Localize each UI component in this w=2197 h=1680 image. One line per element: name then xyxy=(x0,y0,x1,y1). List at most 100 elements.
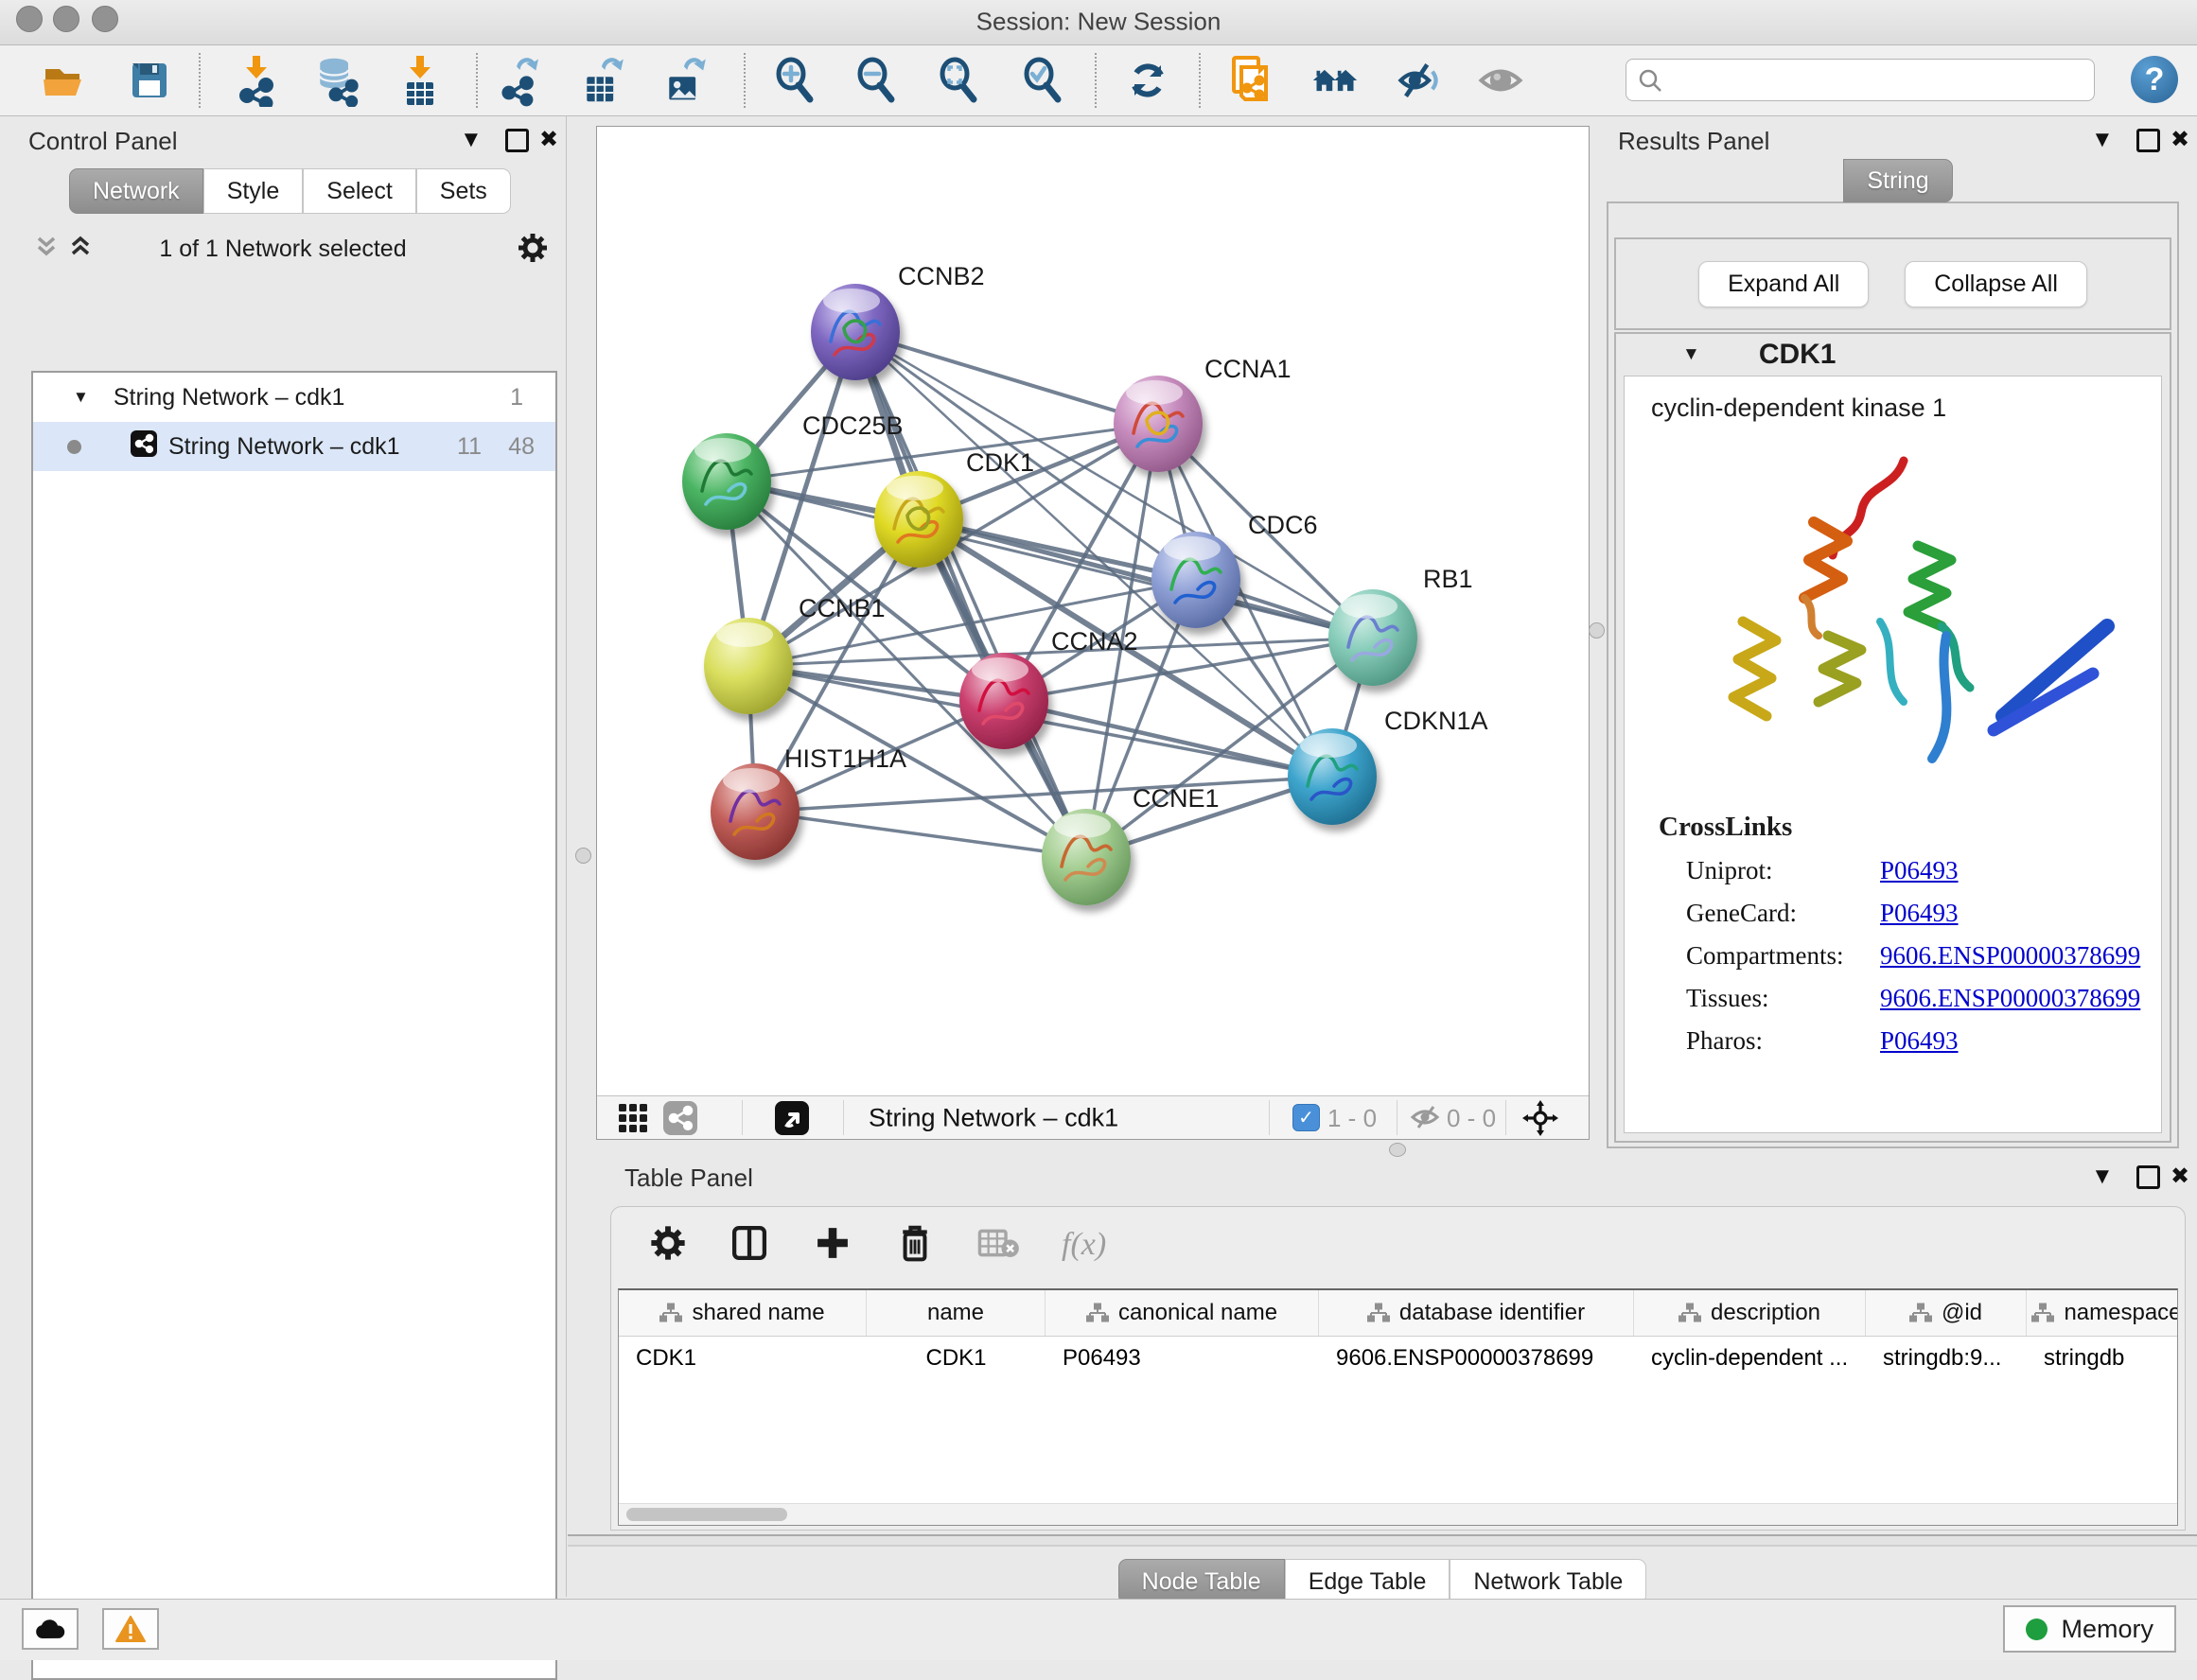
crosslink-link-uniprot[interactable]: P06493 xyxy=(1880,856,1959,885)
node-CDC25B[interactable] xyxy=(682,433,771,530)
crosslink-link-pharos[interactable]: P06493 xyxy=(1880,1026,1959,1056)
node-CDC6[interactable] xyxy=(1151,532,1240,628)
tab-network[interactable]: Network xyxy=(69,168,203,214)
column-header-canonical-name[interactable]: canonical name xyxy=(1046,1290,1319,1336)
panel-menu-icon[interactable]: ▼ xyxy=(2091,127,2114,153)
crosslink-row: Pharos:P06493 xyxy=(1686,1026,2161,1056)
table-cell[interactable]: 9606.ENSP00000378699 xyxy=(1319,1337,1634,1380)
panel-menu-icon[interactable]: ▼ xyxy=(2091,1164,2114,1190)
delete-row-icon[interactable] xyxy=(895,1222,935,1269)
tab-style[interactable]: Style xyxy=(203,168,304,214)
zoom-out-icon[interactable] xyxy=(852,56,901,105)
zoom-fit-icon[interactable] xyxy=(934,56,983,105)
memory-button[interactable]: Memory xyxy=(2003,1605,2176,1653)
column-header--id[interactable]: @id xyxy=(1866,1290,2027,1336)
node-CCNE1[interactable] xyxy=(1042,809,1131,905)
panel-close-icon[interactable]: ✖ xyxy=(2171,1163,2189,1190)
table-cell[interactable]: stringdb xyxy=(2027,1337,2178,1380)
show-columns-icon[interactable] xyxy=(729,1222,770,1269)
edge-CCNA2-CDKN1A[interactable] xyxy=(1004,701,1332,777)
network-row[interactable]: String Network – cdk1 11 48 xyxy=(33,422,555,471)
network-collection-row[interactable]: ▼ String Network – cdk1 1 xyxy=(33,373,555,422)
search-input[interactable] xyxy=(1670,66,2094,95)
selected-checkbox-icon[interactable]: ✓ xyxy=(1292,1104,1320,1131)
node-CCNA1[interactable] xyxy=(1114,376,1203,472)
table-cell[interactable]: P06493 xyxy=(1046,1337,1319,1380)
panel-close-icon[interactable]: ✖ xyxy=(2171,126,2189,153)
add-column-icon[interactable] xyxy=(812,1222,853,1269)
export-table-icon[interactable] xyxy=(578,56,627,105)
column-type-icon xyxy=(659,1303,682,1323)
grid-view-icon[interactable] xyxy=(618,1103,648,1138)
network-options-gear-icon[interactable] xyxy=(517,232,549,269)
panel-float-icon[interactable] xyxy=(505,129,529,152)
node-CDK1[interactable] xyxy=(874,471,963,568)
table-cell[interactable]: stringdb:9... xyxy=(1866,1337,2027,1380)
column-header-description[interactable]: description xyxy=(1634,1290,1866,1336)
tab-sets[interactable]: Sets xyxy=(416,168,511,214)
crosslink-link-genecard[interactable]: P06493 xyxy=(1880,899,1959,928)
import-network-file-icon[interactable] xyxy=(232,56,281,105)
column-header-name[interactable]: name xyxy=(867,1290,1046,1336)
open-session-icon[interactable] xyxy=(40,56,89,105)
edge-HIST1H1A-CCNE1[interactable] xyxy=(755,812,1086,857)
collection-expander-icon[interactable]: ▼ xyxy=(73,388,89,407)
panel-float-icon[interactable] xyxy=(2136,1165,2160,1189)
export-image-icon[interactable] xyxy=(660,56,710,105)
gene-section-header[interactable]: ▼ CDK1 xyxy=(1616,334,2170,376)
help-button[interactable]: ? xyxy=(2131,56,2178,103)
table-options-gear-icon[interactable] xyxy=(649,1224,687,1267)
warnings-button[interactable] xyxy=(102,1608,159,1650)
tab-network-table[interactable]: Network Table xyxy=(1450,1559,1646,1604)
node-CDKN1A[interactable] xyxy=(1288,728,1377,825)
scrollbar-thumb[interactable] xyxy=(626,1508,787,1521)
node-HIST1H1A[interactable] xyxy=(711,763,800,860)
tab-edge-table[interactable]: Edge Table xyxy=(1285,1559,1450,1604)
node-table-row[interactable]: CDK1CDK1P064939606.ENSP00000378699cyclin… xyxy=(619,1337,2177,1380)
table-cell[interactable]: cyclin-dependent ... xyxy=(1634,1337,1866,1380)
left-splitter-handle[interactable] xyxy=(575,848,591,864)
node-CCNB1[interactable] xyxy=(704,618,793,714)
panel-float-icon[interactable] xyxy=(2136,129,2160,152)
import-table-file-icon[interactable] xyxy=(395,56,445,105)
column-header-namespace[interactable]: namespace xyxy=(2027,1290,2178,1336)
network-view[interactable]: CCNB2CCNA1CDC25BCDK1CDC6RB1CCNB1CCNA2CDK… xyxy=(596,126,1590,1140)
panel-menu-icon[interactable]: ▼ xyxy=(460,127,483,153)
birdseye-view-icon[interactable] xyxy=(775,1101,809,1140)
apply-layout-icon[interactable] xyxy=(1123,56,1172,105)
table-cell[interactable]: CDK1 xyxy=(867,1337,1046,1380)
column-header-shared-name[interactable]: shared name xyxy=(619,1290,867,1336)
gene-expander-icon[interactable]: ▼ xyxy=(1682,344,1700,365)
table-horizontal-scrollbar[interactable] xyxy=(619,1503,2177,1525)
save-session-icon[interactable] xyxy=(125,56,174,105)
node-CCNA2[interactable] xyxy=(959,653,1048,749)
collapse-all-button[interactable]: Collapse All xyxy=(1905,261,2087,307)
clone-network-icon[interactable] xyxy=(1226,56,1275,105)
network-share-view-icon[interactable] xyxy=(663,1101,697,1140)
string-results-container: Expand All Collapse All ▼ CDK1 cyclin-de… xyxy=(1607,201,2179,1148)
crosslinks-rows: Uniprot:P06493GeneCard:P06493Compartment… xyxy=(1625,856,2161,1056)
node-RB1[interactable] xyxy=(1328,589,1417,686)
expand-all-button[interactable]: Expand All xyxy=(1698,261,1869,307)
tab-select[interactable]: Select xyxy=(303,168,415,214)
footer-separator xyxy=(742,1100,743,1135)
selected-count: 1 - 0 xyxy=(1327,1104,1377,1133)
node-CCNB2[interactable] xyxy=(811,284,900,380)
show-panels-icon[interactable] xyxy=(1476,56,1525,105)
zoom-in-icon[interactable] xyxy=(770,56,819,105)
hide-panels-icon[interactable] xyxy=(1394,56,1443,105)
session-home-icon[interactable] xyxy=(1310,56,1360,105)
panel-close-icon[interactable]: ✖ xyxy=(539,126,558,153)
edge-CCNB2-CCNA1[interactable] xyxy=(855,332,1158,424)
zoom-selected-icon[interactable] xyxy=(1018,56,1067,105)
column-header-database-identifier[interactable]: database identifier xyxy=(1319,1290,1634,1336)
tab-string[interactable]: String xyxy=(1843,159,1952,202)
import-network-database-icon[interactable] xyxy=(311,56,360,105)
table-cell[interactable]: CDK1 xyxy=(619,1337,867,1380)
crosslink-link-tissues[interactable]: 9606.ENSP00000378699 xyxy=(1880,984,2140,1013)
crosslink-link-compartments[interactable]: 9606.ENSP00000378699 xyxy=(1880,941,2140,971)
pan-crosshair-icon[interactable] xyxy=(1522,1100,1558,1141)
cloud-status-button[interactable] xyxy=(22,1608,79,1650)
tab-node-table[interactable]: Node Table xyxy=(1118,1559,1285,1604)
export-network-icon[interactable] xyxy=(495,56,544,105)
